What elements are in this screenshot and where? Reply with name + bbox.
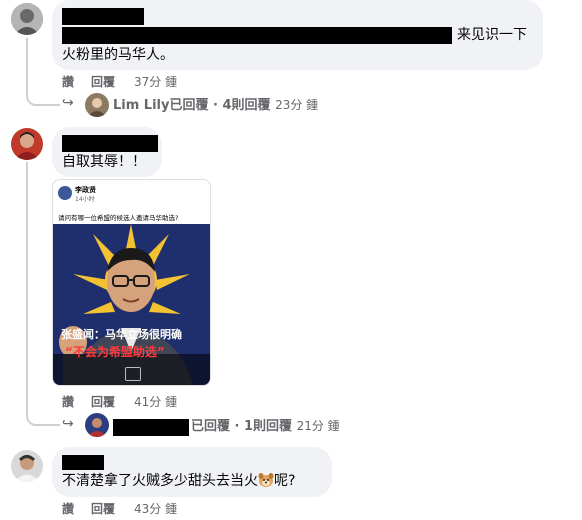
reply-arrow-icon: ↪: [62, 416, 74, 432]
like-button[interactable]: 讚: [62, 74, 74, 90]
post-photo: 张盛闻：马华立场很明确 “不会为希盟助选”: [53, 224, 210, 385]
timestamp[interactable]: 43分 鍾: [134, 501, 177, 517]
reply-button[interactable]: 回覆: [91, 74, 115, 90]
comment-image[interactable]: 李政贤 14小时 请问有哪一位希盟的候选人邀请马华助选? 张盛闻：马华立场很明确…: [52, 179, 211, 386]
redacted-author-name: [62, 8, 144, 25]
like-button[interactable]: 讚: [62, 501, 74, 517]
image-quote: “不会为希盟助选”: [65, 345, 165, 359]
avatar[interactable]: [11, 3, 43, 35]
reply-arrow-icon: ↪: [62, 95, 74, 111]
reply-author-name: Lim Lily: [113, 98, 170, 113]
replies-count: 已回覆 · 4則回覆: [169, 98, 271, 113]
poster-time: 14小时: [75, 196, 95, 203]
poster-avatar: [58, 186, 72, 200]
image-headline: 张盛闻：马华立场很明确: [61, 328, 182, 341]
reply-button[interactable]: 回覆: [91, 394, 115, 410]
redacted-reply-author: [113, 419, 189, 436]
avatar[interactable]: [11, 450, 43, 482]
reply-button[interactable]: 回覆: [91, 501, 115, 517]
thread-line: [26, 38, 60, 106]
timestamp[interactable]: 41分 鍾: [134, 394, 177, 410]
timestamp[interactable]: 37分 鍾: [134, 74, 177, 90]
view-replies-link[interactable]: 已回覆 · 1則回覆 21分 鍾: [191, 417, 340, 436]
thread-line: [26, 162, 60, 426]
comment-text: 来见识一下: [457, 27, 527, 43]
dog-emoji-icon: [258, 473, 274, 487]
redacted-author-name: [62, 455, 104, 470]
redacted-comment-text: [62, 27, 452, 44]
like-button[interactable]: 讚: [62, 394, 74, 410]
avatar[interactable]: [11, 128, 43, 160]
replies-count: 已回覆 · 1則回覆: [191, 419, 293, 434]
watermark-logo: [125, 367, 141, 381]
post-text: 请问有哪一位希盟的候选人邀请马华助选?: [58, 214, 179, 222]
view-replies-link[interactable]: Lim Lily已回覆 · 4則回覆 23分 鍾: [113, 96, 318, 115]
timestamp: 23分 鍾: [275, 98, 319, 112]
avatar[interactable]: [85, 413, 109, 437]
timestamp: 21分 鍾: [296, 419, 340, 433]
comment-text: 自取其辱！！: [62, 154, 146, 170]
redacted-author-name: [62, 135, 158, 152]
comment-text: 不清楚拿了火贼多少甜头去当火 呢?: [62, 473, 296, 489]
comment-text: 火粉里的马华人。: [62, 47, 174, 63]
avatar[interactable]: [85, 93, 109, 117]
